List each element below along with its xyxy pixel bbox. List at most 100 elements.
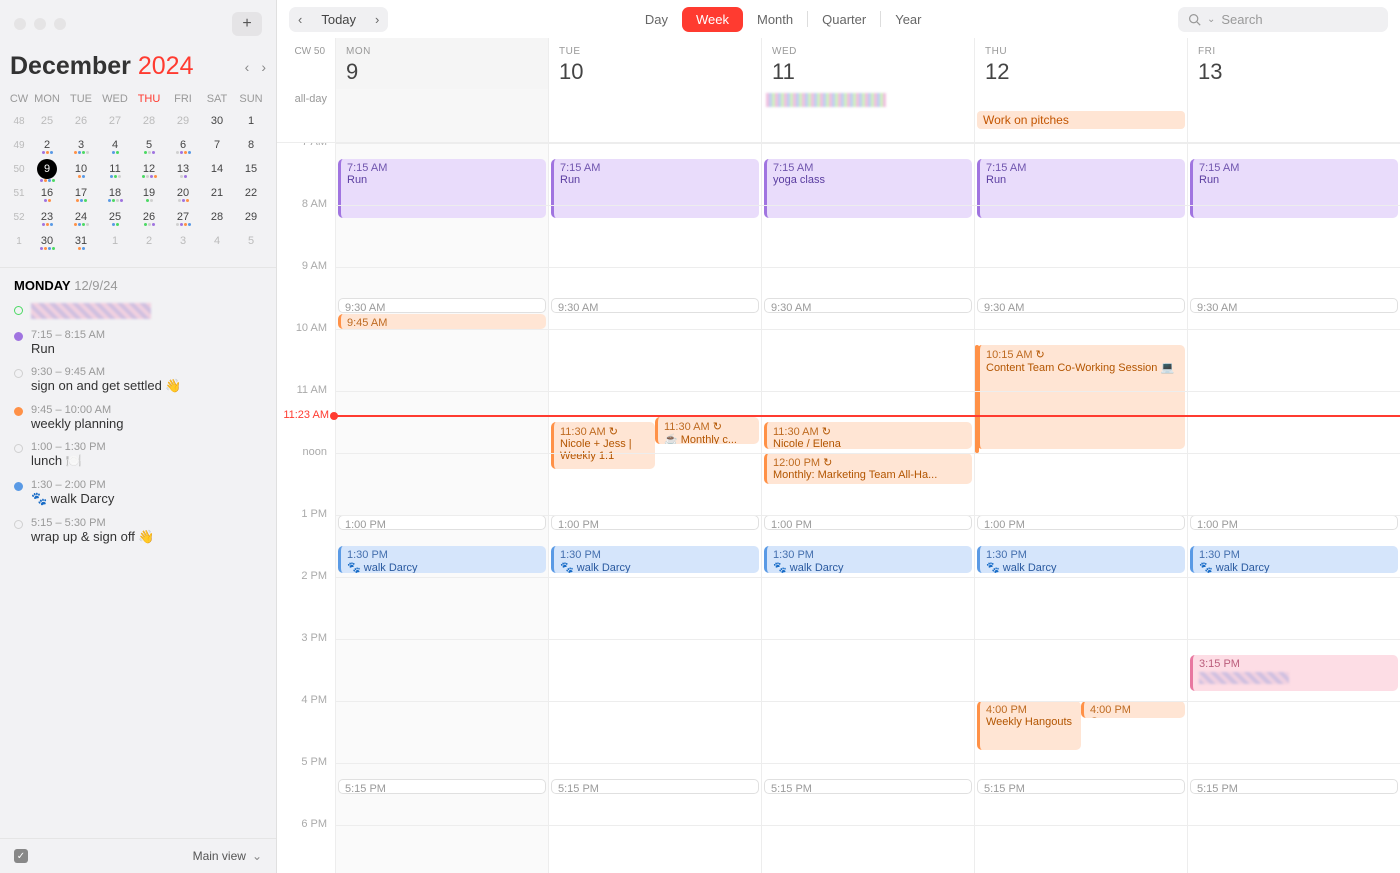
- calendar-event[interactable]: 7:15 AM Run: [1190, 159, 1398, 218]
- calendar-event[interactable]: 1:00 PM lunch 🍽️: [338, 515, 546, 530]
- calendar-event[interactable]: 5:15 PM wrap up & sign off 👋: [551, 779, 759, 794]
- mini-day[interactable]: 5: [234, 235, 268, 247]
- view-week[interactable]: Week: [682, 7, 743, 32]
- close-window[interactable]: [14, 18, 26, 30]
- calendar-event[interactable]: 1:00 PM lunch 🍽️: [977, 515, 1185, 530]
- sidebar-event-item[interactable]: 5:15 – 5:30 PMwrap up & sign off 👋: [14, 517, 262, 545]
- calendar-event[interactable]: 5:15 PM wrap up & sign off 👋: [764, 779, 972, 794]
- calendar-event[interactable]: 9:30 AM sign on and get settled...: [551, 298, 759, 313]
- mini-day[interactable]: 6: [166, 139, 200, 151]
- chevron-down-icon[interactable]: ⌄: [252, 849, 262, 863]
- mini-day[interactable]: 1: [98, 235, 132, 247]
- calendar-event[interactable]: 5:15 PM wrap up & sign off 👋: [977, 779, 1185, 794]
- calendar-event[interactable]: 1:30 PM 🐾 walk Darcy: [1190, 546, 1398, 573]
- minimize-window[interactable]: [34, 18, 46, 30]
- mini-day[interactable]: 17: [64, 187, 98, 199]
- mini-day[interactable]: 26: [132, 211, 166, 223]
- allday-tue[interactable]: [548, 89, 761, 142]
- calendar-event[interactable]: 5:15 PM wrap up & sign off 👋: [1190, 779, 1398, 794]
- mini-day[interactable]: 28: [132, 115, 166, 127]
- mini-day[interactable]: 21: [200, 187, 234, 199]
- sidebar-event-item[interactable]: 1:30 – 2:00 PM🐾 walk Darcy: [14, 479, 262, 507]
- calendar-event[interactable]: 9:45 AM weekly planning: [338, 314, 546, 329]
- allday-wed[interactable]: [761, 89, 974, 142]
- redacted-allday-event[interactable]: [766, 93, 886, 107]
- sidebar-event-item[interactable]: 9:30 – 9:45 AMsign on and get settled 👋: [14, 366, 262, 394]
- mini-day[interactable]: 19: [132, 187, 166, 199]
- mini-day[interactable]: 3: [64, 139, 98, 151]
- mini-day[interactable]: 7: [200, 139, 234, 151]
- calendar-event[interactable]: 4:00 PM Weekly Hangouts: [977, 701, 1081, 750]
- mini-day[interactable]: 25: [98, 211, 132, 223]
- mini-day[interactable]: 28: [200, 211, 234, 223]
- mini-day[interactable]: 30: [200, 115, 234, 127]
- calendar-event[interactable]: 11:30 AM ↻ Nicole / Elena: [764, 422, 972, 449]
- mini-day[interactable]: 1: [234, 115, 268, 127]
- calendar-event[interactable]: 10:15 AM ↻ Content Team Co-Working Sessi…: [977, 345, 1185, 450]
- calendar-event[interactable]: 1:30 PM 🐾 walk Darcy: [764, 546, 972, 573]
- mini-day[interactable]: 27: [166, 211, 200, 223]
- calendar-event[interactable]: 5:15 PM wrap up & sign off 👋: [338, 779, 546, 794]
- view-quarter[interactable]: Quarter: [808, 7, 880, 32]
- view-year[interactable]: Year: [881, 7, 935, 32]
- calendar-event[interactable]: 1:00 PM lunch 🍽️: [551, 515, 759, 530]
- calendar-event[interactable]: 7:15 AM Run: [338, 159, 546, 218]
- allday-mon[interactable]: [335, 89, 548, 142]
- view-day[interactable]: Day: [631, 7, 682, 32]
- mini-day[interactable]: 14: [200, 163, 234, 175]
- calendar-event[interactable]: 1:30 PM 🐾 walk Darcy: [338, 546, 546, 573]
- calendar-event[interactable]: 11:30 AM ↻ ☕ Monthly c...: [655, 417, 759, 444]
- mini-calendar[interactable]: CW MON TUE WED THU FRI SAT SUN 482526272…: [0, 85, 276, 263]
- mini-day[interactable]: 29: [234, 211, 268, 223]
- mini-day[interactable]: 18: [98, 187, 132, 199]
- today-button[interactable]: Today: [311, 7, 366, 32]
- calendar-event[interactable]: 1:30 PM 🐾 walk Darcy: [977, 546, 1185, 573]
- mini-day[interactable]: 11: [98, 163, 132, 175]
- mini-day[interactable]: 16: [30, 187, 64, 199]
- sidebar-event-item[interactable]: [14, 303, 262, 319]
- mini-day[interactable]: 10: [64, 163, 98, 175]
- allday-event-pitches[interactable]: Work on pitches: [977, 111, 1185, 129]
- mini-day[interactable]: 31: [64, 235, 98, 247]
- mini-day[interactable]: 23: [30, 211, 64, 223]
- maximize-window[interactable]: [54, 18, 66, 30]
- search-input[interactable]: ⌄ Search: [1178, 7, 1388, 32]
- filter-checkbox[interactable]: ✓: [14, 849, 28, 863]
- mini-day[interactable]: 12: [132, 163, 166, 175]
- allday-fri[interactable]: [1187, 89, 1400, 142]
- view-month[interactable]: Month: [743, 7, 807, 32]
- calendar-event[interactable]: 9:30 AM sign on and get settled...: [764, 298, 972, 313]
- mini-day[interactable]: 22: [234, 187, 268, 199]
- next-week-button[interactable]: ›: [366, 7, 388, 32]
- mini-day[interactable]: 3: [166, 235, 200, 247]
- mini-day[interactable]: 8: [234, 139, 268, 151]
- mini-day[interactable]: 27: [98, 115, 132, 127]
- mini-day[interactable]: 29: [166, 115, 200, 127]
- day-header[interactable]: TUE10: [548, 38, 761, 89]
- calendar-event[interactable]: 9:30 AM sign on and get settled...: [977, 298, 1185, 313]
- mini-day[interactable]: 9: [37, 159, 57, 179]
- calendar-event[interactable]: 7:15 AM yoga class: [764, 159, 972, 218]
- calendar-event[interactable]: 1:00 PM lunch 🍽️: [764, 515, 972, 530]
- calendar-event[interactable]: 3:15 PM: [1190, 655, 1398, 691]
- view-selector-label[interactable]: Main view: [193, 849, 246, 863]
- calendar-event[interactable]: 12:00 PM ↻ Monthly: Marketing Team All-H…: [764, 453, 972, 484]
- mini-day[interactable]: 5: [132, 139, 166, 151]
- mini-day[interactable]: 20: [166, 187, 200, 199]
- mini-day[interactable]: 15: [234, 163, 268, 175]
- sidebar-event-item[interactable]: 1:00 – 1:30 PMlunch 🍽️: [14, 441, 262, 469]
- add-event-button[interactable]: +: [232, 12, 262, 36]
- sidebar-event-item[interactable]: 9:45 – 10:00 AMweekly planning: [14, 404, 262, 431]
- allday-thu[interactable]: Work on pitches: [974, 89, 1187, 142]
- day-header[interactable]: FRI13: [1187, 38, 1400, 89]
- prev-month-icon[interactable]: ‹: [245, 59, 250, 75]
- mini-day[interactable]: 2: [30, 139, 64, 151]
- mini-day[interactable]: 13: [166, 163, 200, 175]
- mini-day[interactable]: 30: [30, 235, 64, 247]
- sidebar-event-item[interactable]: 7:15 – 8:15 AMRun: [14, 329, 262, 356]
- day-header[interactable]: WED11: [761, 38, 974, 89]
- calendar-event[interactable]: 1:30 PM 🐾 walk Darcy: [551, 546, 759, 573]
- mini-day[interactable]: 4: [98, 139, 132, 151]
- mini-day[interactable]: 25: [30, 115, 64, 127]
- calendar-event[interactable]: 4:00 PM Grac...: [1081, 701, 1185, 718]
